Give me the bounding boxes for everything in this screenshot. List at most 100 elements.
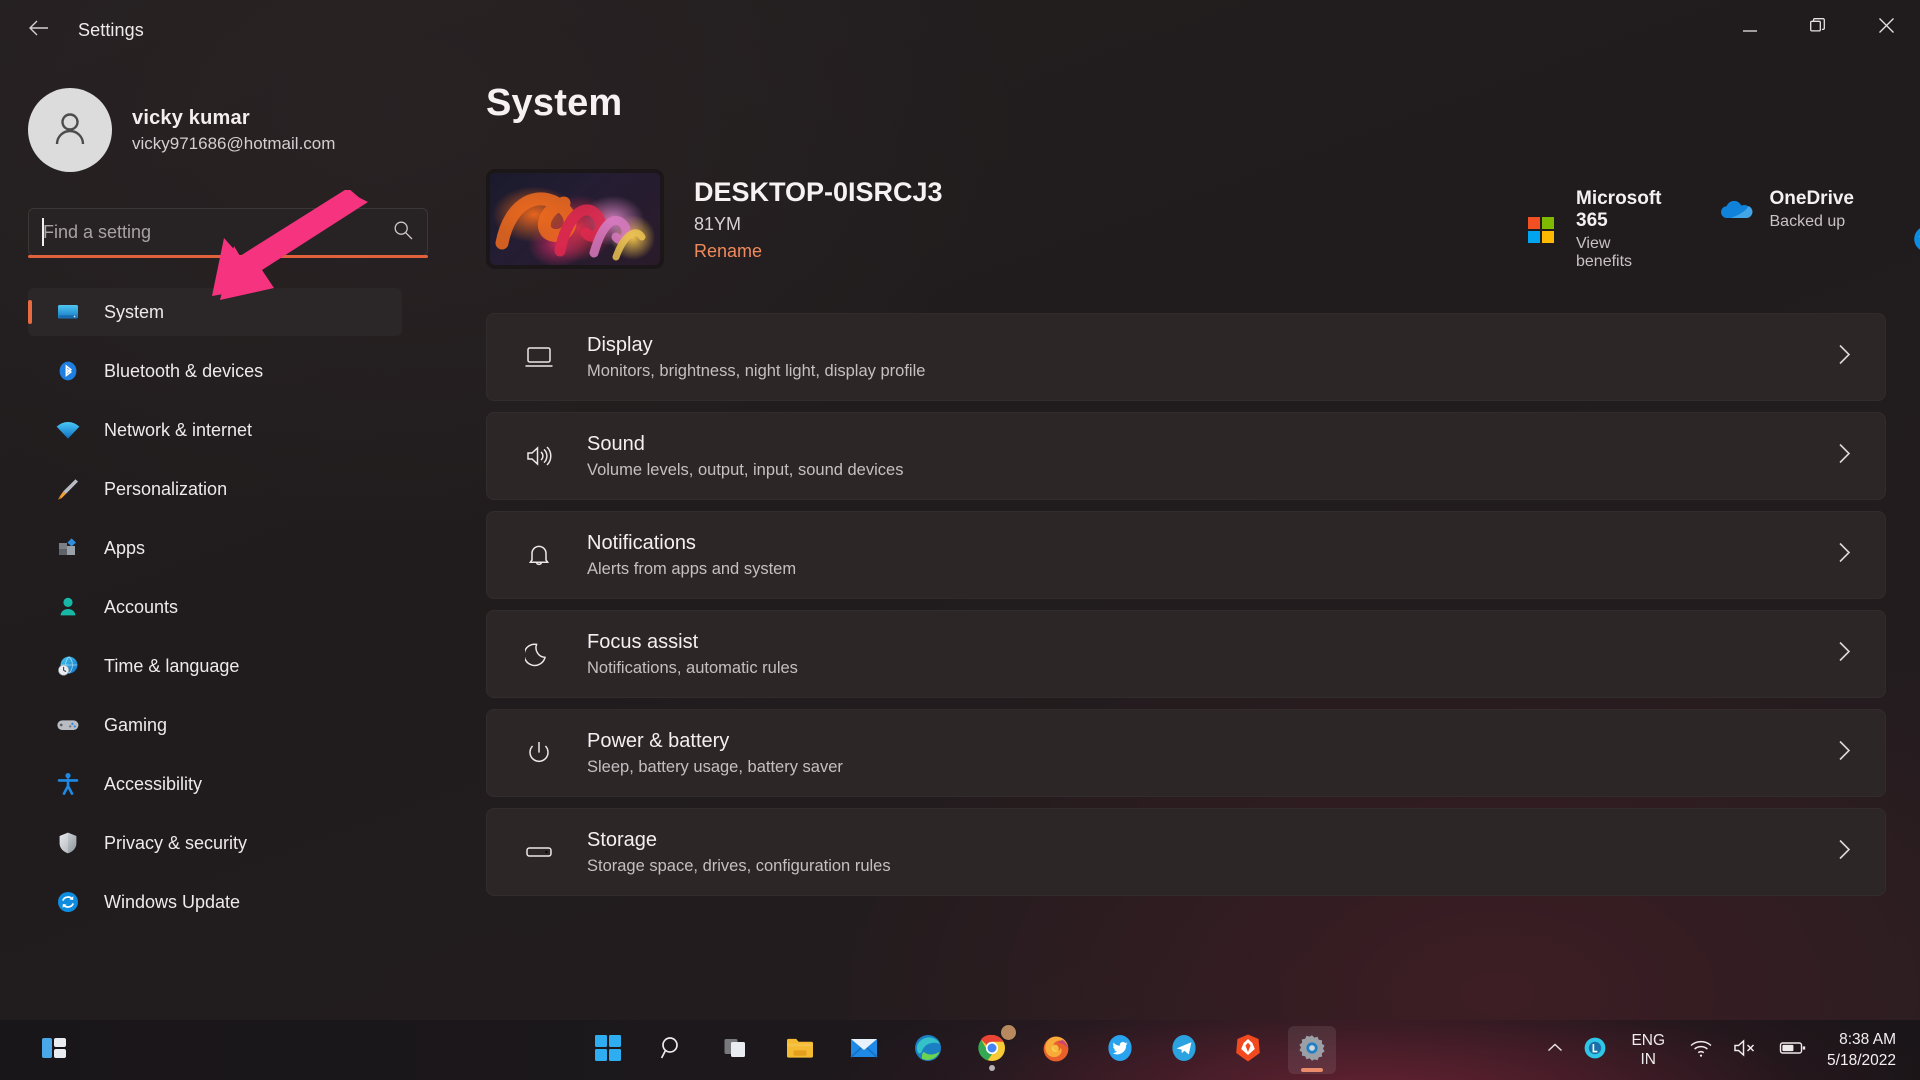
quick-link-title: Microsoft 365	[1576, 188, 1662, 231]
chevron-right-icon	[1838, 443, 1851, 470]
sidebar-item-accounts[interactable]: Accounts	[28, 583, 402, 631]
settings-gear-icon	[1297, 1033, 1327, 1068]
restore-button[interactable]	[1784, 0, 1852, 56]
wifi-icon	[54, 416, 82, 444]
folder-icon	[785, 1034, 815, 1067]
update-refresh-icon	[1906, 218, 1920, 260]
chrome-profile-avatar	[1000, 1024, 1017, 1041]
settings-card-focus-assist[interactable]: Focus assist Notifications, automatic ru…	[486, 610, 1886, 698]
sidebar-item-windows-update[interactable]: Windows Update	[28, 878, 402, 926]
sidebar-item-time-language[interactable]: Time & language	[28, 642, 402, 690]
running-indicator-dot	[989, 1065, 995, 1071]
quick-link-subtitle: Backed up	[1769, 213, 1846, 230]
widgets-icon	[39, 1033, 69, 1068]
brave-lion-icon	[1234, 1033, 1262, 1068]
widgets-button[interactable]	[30, 1026, 78, 1074]
sidebar-item-apps[interactable]: Apps	[28, 524, 402, 572]
sidebar-item-privacy-security[interactable]: Privacy & security	[28, 819, 402, 867]
sidebar-item-system[interactable]: System	[28, 288, 402, 336]
search-icon	[659, 1035, 685, 1066]
search-box[interactable]	[28, 208, 428, 256]
search-icon[interactable]	[393, 220, 413, 245]
start-button[interactable]	[584, 1026, 632, 1074]
firefox-browser-icon	[1041, 1033, 1071, 1068]
onedrive-cloud-icon	[1714, 189, 1756, 231]
chevron-right-icon	[1838, 641, 1851, 668]
desktop-wallpaper-thumbnail	[486, 169, 664, 269]
rename-link[interactable]: Rename	[694, 241, 762, 262]
sidebar-item-accessibility[interactable]: Accessibility	[28, 760, 402, 808]
card-title: Display	[587, 333, 653, 356]
sidebar-item-personalization[interactable]: Personalization	[28, 465, 402, 513]
mail-button[interactable]	[840, 1026, 888, 1074]
avatar	[28, 88, 112, 172]
sidebar-item-gaming[interactable]: Gaming	[28, 701, 402, 749]
task-view-icon	[722, 1034, 750, 1067]
tray-overflow-button[interactable]	[1537, 1027, 1573, 1073]
text-caret	[42, 218, 44, 246]
title-bar: Settings	[0, 0, 1920, 60]
chrome-button[interactable]	[968, 1024, 1017, 1074]
sidebar-item-label: Apps	[104, 537, 146, 558]
paintbrush-icon	[54, 475, 82, 503]
telegram-plane-icon	[1169, 1033, 1199, 1068]
settings-card-notifications[interactable]: Notifications Alerts from apps and syste…	[486, 511, 1886, 599]
firefox-button[interactable]	[1032, 1026, 1080, 1074]
settings-card-sound[interactable]: Sound Volume levels, output, input, soun…	[486, 412, 1886, 500]
file-explorer-button[interactable]	[776, 1026, 824, 1074]
search-input[interactable]	[43, 221, 393, 243]
sidebar-item-label: Privacy & security	[104, 832, 248, 853]
sidebar-item-network-internet[interactable]: Network & internet	[28, 406, 402, 454]
sidebar-item-label: Bluetooth & devices	[104, 360, 264, 381]
back-button[interactable]	[16, 10, 62, 50]
card-subtitle: Monitors, brightness, night light, displ…	[587, 361, 926, 380]
telegram-button[interactable]	[1160, 1026, 1208, 1074]
task-view-button[interactable]	[712, 1026, 760, 1074]
settings-button[interactable]	[1288, 1026, 1336, 1074]
quick-link-windows-update[interactable]: Windows Update Last checked: 1 minute ag…	[1906, 188, 1920, 289]
device-model: 81YM	[694, 213, 742, 234]
volume-button[interactable]	[1723, 1027, 1769, 1073]
brave-button[interactable]	[1224, 1026, 1272, 1074]
gamepad-icon	[54, 711, 82, 739]
account-name: vicky kumar	[132, 106, 250, 129]
wifi-button[interactable]	[1679, 1027, 1723, 1073]
window-title: Settings	[78, 19, 144, 40]
bell-icon	[517, 533, 561, 577]
minimize-icon	[1743, 19, 1757, 37]
back-arrow-icon	[28, 19, 50, 42]
quick-link-onedrive[interactable]: OneDrive Backed up	[1714, 188, 1854, 231]
quick-link-microsoft-365[interactable]: Microsoft 365 View benefits	[1520, 188, 1662, 271]
edge-button[interactable]	[904, 1026, 952, 1074]
speaker-sound-icon	[517, 434, 561, 478]
settings-card-display[interactable]: Display Monitors, brightness, night ligh…	[486, 313, 1886, 401]
card-subtitle: Notifications, automatic rules	[587, 658, 798, 677]
sidebar-item-label: Network & internet	[104, 419, 253, 440]
twitter-button[interactable]	[1096, 1026, 1144, 1074]
chevron-right-icon	[1838, 839, 1851, 866]
mail-envelope-icon	[849, 1035, 879, 1066]
language-indicator[interactable]: ENG IN	[1617, 1031, 1679, 1069]
card-subtitle: Storage space, drives, configuration rul…	[587, 856, 891, 875]
tray-app-button[interactable]	[1573, 1027, 1617, 1073]
search-button[interactable]	[648, 1026, 696, 1074]
wifi-icon	[1689, 1038, 1713, 1063]
card-subtitle: Volume levels, output, input, sound devi…	[587, 460, 904, 479]
sidebar-item-bluetooth-devices[interactable]: Bluetooth & devices	[28, 347, 402, 395]
close-button[interactable]	[1852, 0, 1920, 56]
clock[interactable]: 8:38 AM 5/18/2022	[1817, 1029, 1902, 1071]
search-container	[28, 208, 428, 258]
settings-card-power-battery[interactable]: Power & battery Sleep, battery usage, ba…	[486, 709, 1886, 797]
chevron-right-icon	[1838, 344, 1851, 371]
page-title: System	[486, 82, 623, 124]
taskbar: ENG IN 8:38 AM 5/18/2022	[0, 1020, 1920, 1080]
minimize-button[interactable]	[1716, 0, 1784, 56]
account-header[interactable]: vicky kumar vicky971686@hotmail.com	[28, 88, 430, 172]
monitor-icon	[54, 298, 82, 326]
settings-card-storage[interactable]: Storage Storage space, drives, configura…	[486, 808, 1886, 896]
sidebar-nav: System Bluetooth & devices Network & int…	[0, 288, 430, 926]
battery-button[interactable]	[1769, 1027, 1817, 1073]
card-title: Power & battery	[587, 729, 730, 752]
edge-browser-icon	[913, 1033, 943, 1068]
person-avatar-icon	[48, 106, 92, 155]
